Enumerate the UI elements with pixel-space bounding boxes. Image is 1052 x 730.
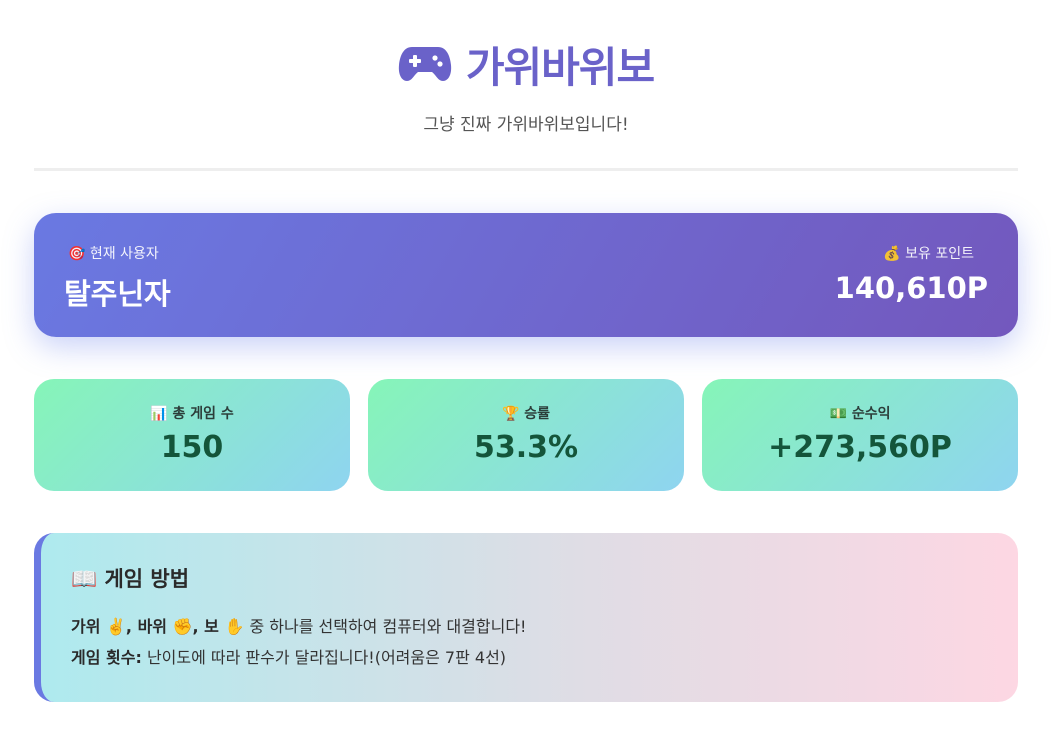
points-label: 💰 보유 포인트 [883,246,974,262]
rounds-label: 게임 횟수: [71,648,142,667]
rounds-line: 게임 횟수: 난이도에 따라 판수가 달라집니다!(어려움은 7판 4선) [71,644,506,668]
stat-label: 💵 순수익 [829,406,891,422]
how-to-play-title: 📖 게임 방법 [71,567,190,591]
divider [34,168,1018,171]
rules-line: 가위 ✌️, 바위 ✊, 보 ✋ 중 하나를 선택하여 컴퓨터와 대결합니다! [71,613,526,637]
page-title: 가위바위보 [465,43,655,92]
stat-value: 150 [160,430,224,465]
user-card: 🎯 현재 사용자 탈주닌자 💰 보유 포인트 140,610P [34,213,1018,337]
stat-value: 53.3% [473,430,579,465]
current-user-name: 탈주닌자 [64,277,171,311]
stat-card-win-rate: 🏆 승률 53.3% [368,379,684,491]
rules-text: 중 하나를 선택하여 컴퓨터와 대결합니다! [244,617,527,636]
how-to-play-panel: 📖 게임 방법 가위 ✌️, 바위 ✊, 보 ✋ 중 하나를 선택하여 컴퓨터와… [34,533,1018,702]
rules-choices: 가위 ✌️, 바위 ✊, 보 ✋ [71,617,245,636]
gamepad-icon [398,43,452,87]
stat-value: +273,560P [768,430,952,465]
stat-label: 📊 총 게임 수 [150,406,234,422]
current-user-label: 🎯 현재 사용자 [68,246,159,262]
points-value: 140,610P [834,271,988,305]
rounds-text: 난이도에 따라 판수가 달라집니다!(어려움은 7판 4선) [141,648,507,667]
title-row: 가위바위보 [0,34,1052,95]
stat-label: 🏆 승률 [501,406,551,422]
page-subtitle: 그냥 진짜 가위바위보입니다! [423,115,629,135]
stat-card-net-profit: 💵 순수익 +273,560P [702,379,1018,491]
stat-card-total-games: 📊 총 게임 수 150 [34,379,350,491]
